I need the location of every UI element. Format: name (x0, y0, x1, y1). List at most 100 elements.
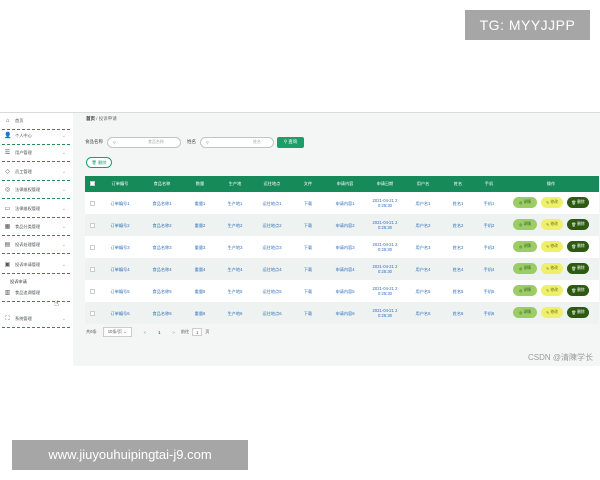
sidebar-item-complaint-apply[interactable]: ▣ 投诉申请管理 ⌄ (2, 257, 70, 274)
prev-page-button[interactable]: < (144, 330, 146, 335)
col-header[interactable]: 食品名称 (141, 176, 183, 192)
sidebar-item-legal-rights[interactable]: ◎ 法律维权管理 ⌄ (2, 182, 70, 199)
row-checkbox[interactable] (89, 266, 95, 272)
table-cell: 下载 (303, 222, 313, 228)
col-header[interactable]: 运往地点 (253, 176, 291, 192)
food-name-input[interactable]: ⚲ 食品名称 (107, 136, 181, 148)
table-row[interactable]: 订单编号4 食品名称4 重量4 生产地4 运往地点4 下载 申请内容4 2021-04-21 … (85, 258, 599, 280)
detail-button[interactable]: ◎ 详情 (513, 197, 537, 208)
col-header[interactable]: 申请内容 (325, 176, 365, 192)
table-cell: 运往地点3 (262, 244, 282, 250)
pagination: 共6条 10条/页 ⌄ < 1 > 前往 1 页 (86, 327, 209, 337)
table-row[interactable]: 订单编号6 食品名称6 重量6 生产地6 运往地点6 下载 申请内容6 2021-04-21 … (85, 302, 599, 324)
table-row[interactable]: 订单编号5 食品名称5 重量5 生产地5 运往地点5 下载 申请内容5 2021-04-21 … (85, 280, 599, 302)
table-cell: 用户名4 (415, 266, 431, 272)
detail-button[interactable]: ◎ 详情 (513, 285, 537, 296)
sidebar-item-profile[interactable]: 👤 个人中心 ⌄ (2, 128, 70, 145)
delete-button[interactable]: 🗑 删除 (567, 197, 589, 208)
sidebar-item-label: 法律维权管理 (15, 206, 41, 211)
sidebar-item-complaint-handling[interactable]: ▤ 投诉处理管理 ⌄ (2, 237, 70, 254)
delete-button[interactable]: 🗑 删除 (567, 263, 589, 274)
col-header[interactable]: 申请日期 (365, 176, 405, 192)
delete-label: 删除 (577, 222, 585, 226)
table-cell: 食品名称6 (152, 310, 172, 316)
name-input[interactable]: ⚲ 姓名 (200, 136, 274, 148)
table-cell: 下载 (303, 288, 313, 294)
table-cell: 生产地2 (227, 222, 243, 228)
table-row[interactable]: 订单编号1 食品名称1 重量1 生产地1 运往地点1 下载 申请内容1 2021-04-21 … (85, 192, 599, 214)
col-header[interactable]: 用户名 (405, 176, 441, 192)
sidebar-item-staff[interactable]: ◇ 员工管理 ⌄ (2, 164, 70, 181)
row-checkbox[interactable] (89, 244, 95, 250)
delete-button[interactable]: 🗑 删除 (567, 241, 589, 252)
edit-button[interactable]: ✎ 修改 (541, 197, 563, 208)
pager-total: 共6条 (86, 329, 97, 334)
tg-watermark: TG: MYYJJPP (465, 10, 590, 40)
col-header[interactable]: 订单编号 (99, 176, 141, 192)
query-button[interactable]: ⚲ 查询 (277, 136, 304, 148)
table-cell: 订单编号6 (110, 310, 130, 316)
table-cell: 手机5 (483, 288, 495, 294)
goto-page-input[interactable]: 1 (192, 328, 203, 336)
sidebar-item-food-trace[interactable]: ▥ 食品追溯管理 (2, 285, 70, 302)
detail-button[interactable]: ◎ 详情 (513, 307, 537, 318)
sidebar-item-users[interactable]: ☰ 用户管理 ⌄ (2, 145, 70, 162)
next-page-button[interactable]: > (172, 330, 174, 335)
table-cell: 生产地3 (227, 244, 243, 250)
col-header[interactable]: 数量 (183, 176, 217, 192)
detail-label: 详情 (523, 222, 531, 226)
table-cell: 申请内容5 (335, 288, 355, 294)
edit-label: 修改 (550, 222, 558, 226)
edit-button[interactable]: ✎ 修改 (541, 241, 563, 252)
table-cell: 2021-04-21 2 0:25:30 (372, 220, 398, 230)
delete-label: 删除 (577, 310, 585, 314)
detail-icon: ◎ (519, 201, 523, 205)
sidebar-item-label: 员工管理 (15, 169, 32, 174)
sidebar-item-system[interactable]: ⛶ 系统管理 ⌄ (2, 311, 70, 328)
breadcrumb-home[interactable]: 首页 (86, 116, 95, 121)
edit-button[interactable]: ✎ 修改 (541, 285, 563, 296)
edit-button[interactable]: ✎ 修改 (541, 307, 563, 318)
detail-button[interactable]: ◎ 详情 (513, 263, 537, 274)
detail-button[interactable]: ◎ 详情 (513, 219, 537, 230)
detail-icon: ◎ (519, 311, 523, 315)
col-header[interactable]: 手机 (475, 176, 503, 192)
select-all-checkbox[interactable] (89, 181, 95, 186)
current-page[interactable]: 1 (158, 330, 160, 335)
delete-button[interactable]: 🗑 删除 (567, 307, 589, 318)
table-cell: 用户名3 (415, 244, 431, 250)
row-checkbox[interactable] (89, 222, 95, 228)
edit-icon: ✎ (546, 245, 550, 249)
row-checkbox[interactable] (89, 310, 95, 316)
col-header[interactable]: 姓名 (441, 176, 475, 192)
sidebar-item-label: 系统管理 (15, 316, 32, 321)
table-row[interactable]: 订单编号3 食品名称3 重量3 生产地3 运往地点3 下载 申请内容3 2021-04-21 … (85, 236, 599, 258)
table-cell: 手机3 (483, 244, 495, 250)
delete-label: 删除 (577, 244, 585, 248)
row-checkbox[interactable] (89, 200, 95, 206)
sidebar-item-label: 用户管理 (15, 150, 32, 155)
table-cell: 2021-04-21 2 0:25:30 (372, 308, 398, 318)
chevron-down-icon: ⌄ (61, 316, 66, 322)
edit-button[interactable]: ✎ 修改 (541, 219, 563, 230)
row-checkbox[interactable] (89, 288, 95, 294)
breadcrumb-separator: / (96, 116, 98, 121)
col-header[interactable]: 生产地 (217, 176, 253, 192)
sidebar-item-food-category[interactable]: ▦ 食品分类管理 ⌄ (2, 219, 70, 236)
table-cell: 生产地1 (227, 200, 243, 206)
sidebar-item-legal-rights-2[interactable]: ▭ 法律维权管理 ⌄ (2, 201, 70, 218)
table-cell: 姓名4 (452, 266, 464, 272)
table-cell: 运往地点5 (262, 288, 282, 294)
table-cell: 下载 (303, 266, 313, 272)
table-row[interactable]: 订单编号2 食品名称2 重量2 生产地2 运往地点2 下载 申请内容2 2021-04-21 … (85, 214, 599, 236)
table-cell: 手机2 (483, 222, 495, 228)
batch-delete-button[interactable]: 🗑 删除 (86, 157, 112, 168)
delete-button[interactable]: 🗑 删除 (567, 219, 589, 230)
edit-label: 修改 (550, 266, 558, 270)
delete-button[interactable]: 🗑 删除 (567, 285, 589, 296)
edit-icon: ✎ (546, 223, 550, 227)
col-header[interactable]: 文件 (291, 176, 325, 192)
detail-button[interactable]: ◎ 详情 (513, 241, 537, 252)
page-size-select[interactable]: 10条/页 ⌄ (102, 327, 132, 337)
edit-button[interactable]: ✎ 修改 (541, 263, 563, 274)
